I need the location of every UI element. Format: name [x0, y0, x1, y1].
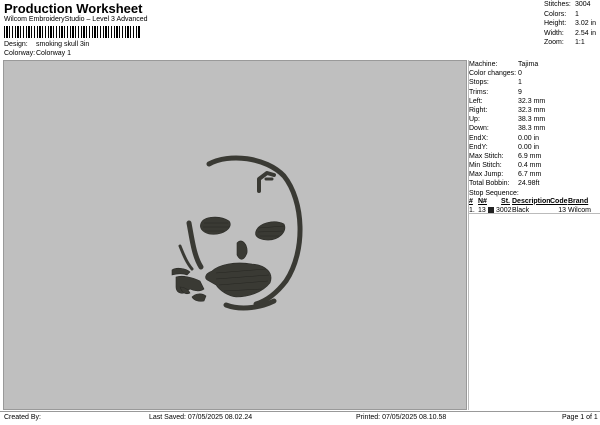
design-preview: [3, 60, 467, 410]
info-right: Right: 32.3 mm: [469, 106, 546, 114]
design-row: Design: smoking skull 3in: [4, 41, 89, 48]
info-color-changes: Color changes: 0: [469, 70, 522, 78]
info-trims: Trims: 9: [469, 88, 522, 96]
stat-stitches: Stitches: 3004: [544, 1, 591, 8]
page-title: Production Worksheet: [4, 1, 143, 16]
page-number: Page 1 of 1: [562, 414, 598, 421]
stop-sequence-header: # N# St. Description Code Brand: [469, 197, 589, 205]
skull-embroidery: [171, 155, 303, 311]
page-footer: Created By: Last Saved: 07/05/2025 08.02…: [0, 411, 600, 425]
info-total-bobbin: Total Bobbin: 24.98ft: [469, 180, 540, 188]
design-value: smoking skull 3in: [36, 41, 90, 48]
stat-height: Height: 3.02 in: [544, 20, 597, 27]
stop-sequence: Stop Sequence: # N# St. Description Code…: [469, 190, 600, 215]
info-max-jump: Max Jump: 6.7 mm: [469, 171, 542, 179]
info-min-stitch: Min Stitch: 0.4 mm: [469, 162, 542, 170]
design-label: Design:: [4, 41, 28, 48]
info-up: Up: 38.3 mm: [469, 116, 546, 124]
stop-sequence-label: Stop Sequence:: [469, 189, 519, 197]
stat-zoom: Zoom: 1:1: [544, 39, 585, 46]
info-machine: Machine: Tajima: [469, 61, 539, 68]
colorway-row: Colorway: Colorway 1: [4, 50, 71, 57]
software-subtitle: Wilcom EmbroideryStudio – Level 3 Advanc…: [4, 16, 148, 23]
stat-colors: Colors: 1: [544, 10, 579, 18]
last-saved: Last Saved: 07/05/2025 08.02.24: [149, 414, 253, 421]
machine-info-panel: Machine: Tajima Color changes: 0 Stops: 1 T…: [469, 60, 600, 215]
stats-panel: Stitches: 3004 Colors: 1 Height: 3.02 in Wi…: [544, 0, 600, 48]
info-stops: Stops: 1: [469, 79, 522, 87]
info-left: Left: 32.3 mm: [469, 97, 546, 105]
printed-date: Printed: 07/05/2025 08.10.58: [356, 414, 447, 421]
info-endy: EndY: 0.00 in: [469, 143, 540, 151]
info-max-stitch: Max Stitch: 6.9 mm: [469, 152, 542, 160]
info-endx: EndX: 0.00 in: [469, 134, 540, 142]
barcode: [4, 26, 140, 38]
colorway-value: Colorway 1: [36, 50, 72, 57]
color-swatch: [488, 206, 494, 213]
stat-width: Width: 2.54 in: [544, 29, 597, 37]
divider-horizontal: [469, 213, 600, 214]
created-by: Created By:: [4, 414, 41, 421]
info-down: Down: 38.3 mm: [469, 125, 546, 133]
colorway-label: Colorway:: [4, 50, 36, 57]
